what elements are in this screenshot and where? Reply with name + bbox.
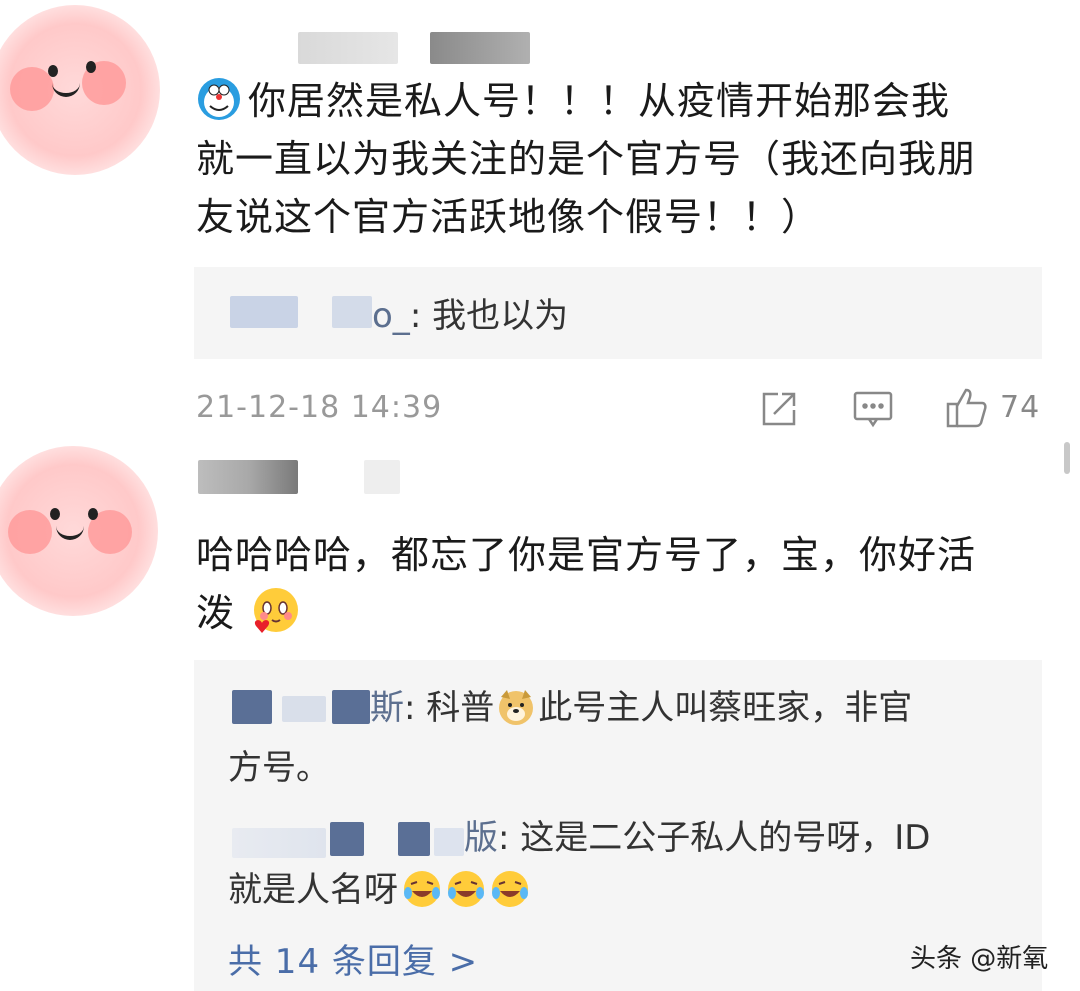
comment-line: 哈哈哈哈，都忘了你是官方号了，宝，你好活 <box>196 533 977 577</box>
laughing-crying-emoji-icon <box>446 869 486 909</box>
reply-username-blurred[interactable] <box>230 296 298 328</box>
reply-username-blurred[interactable] <box>398 822 430 856</box>
comment-text: 你居然是私人号！！！从疫情开始那会我 就一直以为我关注的是个官方号（我还向我朋 … <box>196 72 1056 246</box>
avatar-commenter-2[interactable] <box>0 446 158 616</box>
scrollbar-thumb[interactable] <box>1064 442 1070 474</box>
reply-username-blurred[interactable] <box>232 690 272 724</box>
avatar-mouth <box>56 522 84 540</box>
doge-emoji-icon <box>496 687 536 727</box>
reply-text: 斯: 科普 此号主人叫蔡旺家，非官 <box>370 682 1030 734</box>
watermark: 头条 @新氧 <box>910 944 1049 974</box>
like-count: 74 <box>1000 390 1041 425</box>
timestamp: 21-12-18 14:39 <box>196 390 443 425</box>
reply-content: 此号主人叫蔡旺家，非官 <box>538 688 913 728</box>
username-blurred[interactable] <box>298 32 398 64</box>
reply-text-continued: 就是人名呀 <box>228 864 530 916</box>
laughing-crying-emoji-icon <box>490 869 530 909</box>
reply-text: 版: 这是二公子私人的号呀，ID <box>464 812 1034 864</box>
reply-content: : 我也以为 <box>409 296 569 336</box>
reply-content: : 科普 <box>404 688 495 728</box>
blush-heart-emoji-icon <box>248 586 300 638</box>
username-blurred[interactable] <box>430 32 530 64</box>
comment-icon[interactable] <box>852 388 894 434</box>
comment-line: 友说这个官方活跃地像个假号！！） <box>196 195 821 239</box>
username-blurred[interactable] <box>364 460 400 494</box>
reply-username[interactable]: o_ <box>372 296 410 336</box>
comment-line: 泼 <box>196 591 236 635</box>
comment-text: 哈哈哈哈，都忘了你是官方号了，宝，你好活 泼 <box>196 526 1056 642</box>
reply-username-blurred[interactable] <box>232 828 326 858</box>
username-blurred[interactable] <box>198 460 298 494</box>
avatar-eye <box>50 508 60 520</box>
reply-username-blurred[interactable] <box>434 828 464 856</box>
comment-line: 你居然是私人号！！！从疫情开始那会我 <box>248 79 951 123</box>
reply-text-continued: 方号。 <box>228 748 330 788</box>
reply-content: 就是人名呀 <box>228 870 398 910</box>
thumbs-up-icon[interactable] <box>944 384 990 434</box>
laughing-crying-emoji-icon <box>402 869 442 909</box>
reply-username-blurred[interactable] <box>332 296 372 328</box>
avatar-mouth <box>52 79 80 97</box>
reply-content: : 这是二公子私人的号呀，ID <box>498 818 931 858</box>
avatar-eye <box>86 61 96 73</box>
reply-username-blurred[interactable] <box>332 690 370 724</box>
reply-username-blurred[interactable] <box>282 696 326 722</box>
avatar-cheek <box>10 67 54 111</box>
avatar-eye <box>48 65 58 77</box>
comment-line: 就一直以为我关注的是个官方号（我还向我朋 <box>196 137 977 181</box>
reply-username[interactable]: 斯 <box>370 688 404 728</box>
reply-box[interactable] <box>194 267 1042 359</box>
reply-username-blurred[interactable] <box>330 822 364 856</box>
reply-text: o_: 我也以为 <box>372 290 568 342</box>
avatar-eye <box>88 508 98 520</box>
avatar-cheek <box>8 510 52 554</box>
doraemon-emoji-icon <box>196 76 242 122</box>
avatar-commenter-1[interactable] <box>0 5 160 175</box>
more-replies-link[interactable]: 共 14 条回复 > <box>228 934 478 983</box>
reply-username[interactable]: 版 <box>464 818 498 858</box>
share-icon[interactable] <box>758 388 800 434</box>
